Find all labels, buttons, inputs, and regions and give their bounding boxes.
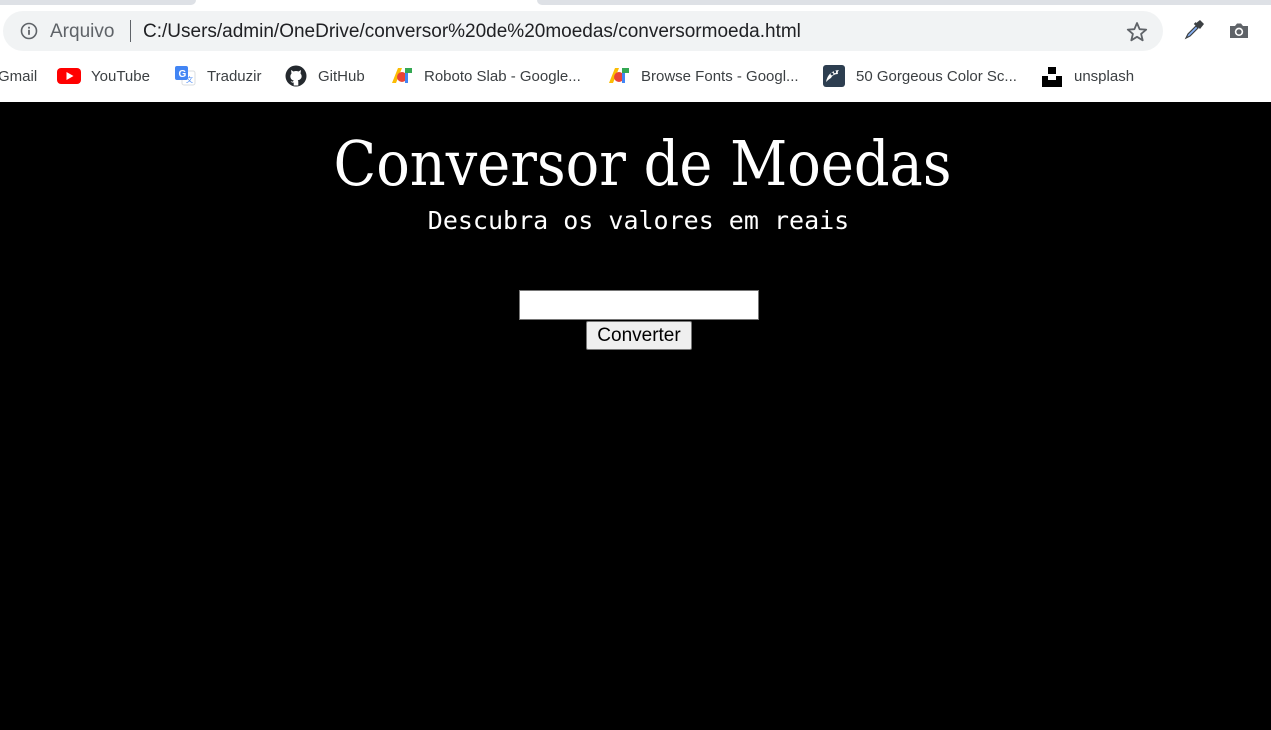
bookmark-label: Roboto Slab - Google... [424,67,581,85]
bookmark-roboto-slab[interactable]: Roboto Slab - Google... [390,62,581,90]
bookmark-youtube[interactable]: YouTube [57,62,150,90]
eyedropper-icon[interactable] [1182,18,1206,42]
svg-text:文: 文 [186,75,193,84]
page-subtitle: Descubra os valores em reais [427,206,850,235]
google-fonts-icon [607,65,631,87]
tab-strip-right [537,0,1271,5]
bookmark-label: Traduzir [207,67,262,85]
page-title: Conversor de Moedas [333,127,952,200]
value-input[interactable] [519,290,759,320]
page-content: Conversor de Moedas Descubra os valores … [0,102,1271,730]
bookmark-label: YouTube [91,67,150,85]
star-icon[interactable] [1125,20,1149,44]
google-fonts-icon [390,65,414,87]
bookmark-browse-fonts[interactable]: Browse Fonts - Googl... [607,62,799,90]
bookmark-github[interactable]: GitHub [284,62,365,90]
bookmark-gmail[interactable]: Gmail [0,62,37,90]
github-icon [284,65,308,87]
bookmark-label: Browse Fonts - Googl... [641,67,799,85]
bookmark-color-schemes[interactable]: 50 Gorgeous Color Sc... [822,62,1017,90]
bookmark-traduzir[interactable]: G 文 Traduzir [173,62,261,90]
security-label[interactable]: Arquivo [50,21,114,42]
camera-icon[interactable] [1227,19,1251,43]
browser-chrome: Arquivo C:/Users/admin/OneDrive/converso… [0,0,1271,102]
convert-button[interactable]: Converter [586,321,692,350]
address-bar[interactable]: Arquivo C:/Users/admin/OneDrive/converso… [3,11,1163,51]
unsplash-icon [1040,65,1064,87]
bookmark-label: unsplash [1074,67,1135,85]
color-palette-icon [822,65,846,87]
tab-strip-left [0,0,196,5]
youtube-icon [57,65,81,87]
google-translate-icon: G 文 [173,65,197,87]
info-icon[interactable] [20,22,38,40]
bookmark-label: 50 Gorgeous Color Sc... [856,67,1017,85]
bookmark-label: Gmail [0,67,38,85]
bookmark-unsplash[interactable]: unsplash [1040,62,1134,90]
omnibox-divider [130,20,131,42]
url-text[interactable]: C:/Users/admin/OneDrive/conversor%20de%2… [143,21,801,42]
bookmark-label: GitHub [318,67,365,85]
bookmarks-bar: Gmail YouTube G 文 Traduzir GitHub Roboto… [0,62,1271,90]
